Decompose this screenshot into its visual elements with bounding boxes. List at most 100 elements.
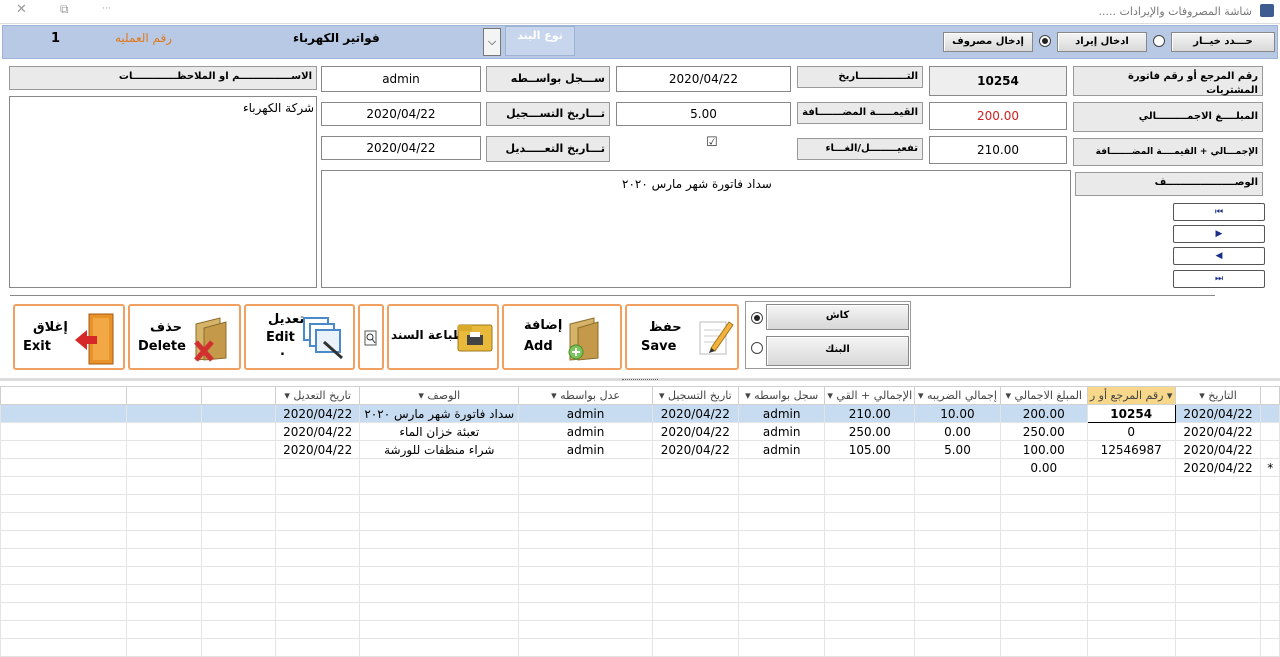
table-row[interactable]: 2020/04/22 سداد فاتورة شهر مارس ٢٠٢٠ adm… bbox=[0, 404, 1280, 423]
recorded-by-field[interactable]: admin bbox=[321, 66, 481, 92]
activate-checkbox[interactable]: ☑ bbox=[706, 135, 718, 150]
col-header-reg-date[interactable]: ▾ تاريخ التسجيل bbox=[651, 386, 740, 405]
new-cell-total[interactable]: 0.00 bbox=[999, 458, 1088, 477]
income-option[interactable]: ادخال إيراد bbox=[1057, 32, 1147, 52]
cell-edit-date[interactable]: 2020/04/22 bbox=[275, 422, 361, 441]
pencil-note-icon bbox=[699, 321, 734, 355]
cell-date[interactable]: 2020/04/22 bbox=[1174, 422, 1262, 441]
row-selector[interactable] bbox=[1260, 404, 1280, 423]
table-row[interactable]: 2020/04/22 تعبئة خزان الماء admin 2020/0… bbox=[0, 422, 1280, 441]
cell-recorded-by[interactable]: admin bbox=[738, 404, 826, 423]
cell-recorded-by[interactable]: admin bbox=[738, 422, 826, 441]
close-icon[interactable]: ✕ bbox=[16, 2, 27, 17]
item-type-label[interactable]: نوع البند bbox=[505, 26, 575, 56]
cell-total[interactable]: 100.00 bbox=[999, 440, 1088, 459]
cell-edited-by[interactable]: admin bbox=[518, 404, 653, 423]
row-selector[interactable] bbox=[1260, 422, 1280, 441]
nav-prev-button[interactable]: ◀ bbox=[1173, 247, 1265, 265]
new-cell-date[interactable]: 2020/04/22 bbox=[1174, 458, 1262, 477]
col-header-recorded-by[interactable]: ▾ سجل بواسطه bbox=[738, 386, 826, 405]
cell-reg-date[interactable]: 2020/04/22 bbox=[651, 404, 740, 423]
bank-option[interactable]: البنك bbox=[766, 336, 909, 366]
cell-total-vat[interactable]: 210.00 bbox=[824, 404, 916, 423]
cell-total[interactable]: 200.00 bbox=[999, 404, 1088, 423]
cell-vat-total[interactable]: 10.00 bbox=[914, 404, 1001, 423]
cell-edited-by[interactable]: admin bbox=[518, 440, 653, 459]
cell-edit-date[interactable]: 2020/04/22 bbox=[275, 404, 361, 423]
add-label-ar: إضافة bbox=[524, 318, 563, 333]
cash-radio[interactable] bbox=[751, 312, 763, 324]
cell-total-vat[interactable]: 250.00 bbox=[824, 422, 916, 441]
vat-label: القيمـــــة المضـــــــافة bbox=[797, 102, 923, 124]
edit-label-dot: . bbox=[280, 344, 285, 359]
new-table-row[interactable]: 0.00 2020/04/22 * bbox=[0, 458, 1280, 477]
grid-empty-header bbox=[126, 386, 202, 405]
exit-button[interactable]: إغلاق Exit bbox=[13, 304, 125, 370]
col-header-ref[interactable]: رقم المرجع أو ر ▾ bbox=[1086, 386, 1176, 405]
edit-date-label: تـــاريخ التعـــــديل bbox=[486, 136, 610, 162]
reg-date-field[interactable]: 2020/04/22 bbox=[321, 102, 481, 126]
cell-vat-total[interactable]: 5.00 bbox=[914, 440, 1001, 459]
cell-vat-total[interactable]: 0.00 bbox=[914, 422, 1001, 441]
cell-ref[interactable]: 12546987 bbox=[1086, 440, 1176, 459]
operation-number-label: رقم العمليه bbox=[115, 31, 173, 45]
cell-date[interactable]: 2020/04/22 bbox=[1174, 440, 1262, 459]
cell-description[interactable]: تعبئة خزان الماء bbox=[359, 422, 520, 441]
notes-area[interactable]: شركة الكهرباء bbox=[9, 96, 317, 288]
date-field[interactable]: 2020/04/22 bbox=[616, 66, 791, 92]
preview-button[interactable] bbox=[358, 304, 384, 370]
nav-first-button[interactable]: ⏮ bbox=[1173, 203, 1265, 221]
income-radio[interactable] bbox=[1153, 35, 1165, 47]
bank-radio[interactable] bbox=[751, 342, 763, 354]
table-row[interactable]: 2020/04/22 شراء منظفات للورشة admin 2020… bbox=[0, 440, 1280, 459]
delete-button[interactable]: حذف Delete bbox=[128, 304, 241, 370]
nav-last-button[interactable]: ⏭ bbox=[1173, 270, 1265, 288]
total-vat-label: الإجمـــالي + القيمــــة المضـــــــافة bbox=[1073, 138, 1263, 166]
minimize-icon[interactable]: ··· bbox=[102, 4, 111, 14]
nav-next-button[interactable]: ▶ bbox=[1173, 225, 1265, 243]
cash-option[interactable]: كاش bbox=[766, 304, 909, 330]
payment-method-group: كاش البنك bbox=[745, 301, 911, 369]
col-header-date[interactable]: ▾ التاريخ bbox=[1174, 386, 1262, 405]
cell-ref[interactable]: 0 bbox=[1086, 422, 1176, 441]
save-button[interactable]: حفظ Save bbox=[625, 304, 739, 370]
cell-ref[interactable]: 10254 bbox=[1086, 404, 1176, 423]
edit-button[interactable]: تعديل Edit . bbox=[244, 304, 355, 370]
print-voucher-button[interactable]: طباعة السند bbox=[387, 304, 499, 370]
ref-field[interactable]: 10254 bbox=[929, 66, 1067, 96]
vat-field[interactable]: 5.00 bbox=[616, 102, 791, 126]
col-header-total-vat[interactable]: ▾ الإجمالي + القي bbox=[824, 386, 916, 405]
col-header-total[interactable]: ▾ المبلغ الاجمالي bbox=[999, 386, 1088, 405]
ref-label: رقم المرجع أو رقم فاتورة المشتريات bbox=[1073, 66, 1263, 96]
cell-edited-by[interactable]: admin bbox=[518, 422, 653, 441]
chevron-down-icon[interactable]: ⌵ bbox=[483, 28, 501, 56]
col-header-description[interactable]: ▾ الوصف bbox=[359, 386, 520, 405]
col-header-vat-total[interactable]: ▾ إجمالي الضريبه bbox=[914, 386, 1001, 405]
add-button[interactable]: إضافة Add bbox=[502, 304, 622, 370]
cell-recorded-by[interactable]: admin bbox=[738, 440, 826, 459]
cell-reg-date[interactable]: 2020/04/22 bbox=[651, 440, 740, 459]
cell-total[interactable]: 250.00 bbox=[999, 422, 1088, 441]
total-vat-field[interactable]: 210.00 bbox=[929, 136, 1067, 164]
cell-description[interactable]: سداد فاتورة شهر مارس ٢٠٢٠ bbox=[359, 404, 520, 423]
new-cell-ref[interactable] bbox=[1086, 458, 1176, 477]
window-title: شاشة المصروفات والإيرادات ..... bbox=[1098, 5, 1252, 18]
cell-description[interactable]: شراء منظفات للورشة bbox=[359, 440, 520, 459]
edit-date-field[interactable]: 2020/04/22 bbox=[321, 136, 481, 160]
cell-edit-date[interactable]: 2020/04/22 bbox=[275, 440, 361, 459]
edit-windows-icon bbox=[303, 317, 343, 360]
restore-icon[interactable]: ⧉ bbox=[60, 2, 69, 17]
choose-option-label: حـــدد خيــار bbox=[1171, 32, 1275, 52]
col-header-edited-by[interactable]: ▾ عدل بواسطه bbox=[518, 386, 653, 405]
expense-option[interactable]: إدخال مصروف bbox=[943, 32, 1033, 52]
cell-reg-date[interactable]: 2020/04/22 bbox=[651, 422, 740, 441]
delete-label-ar: حذف bbox=[150, 320, 182, 335]
grid-header-row: ▾ تاريخ التعديل ▾ الوصف ▾ عدل بواسطه ▾ ت… bbox=[0, 386, 1280, 405]
total-field[interactable]: 200.00 bbox=[929, 102, 1067, 130]
col-header-edit-date[interactable]: ▾ تاريخ التعديل bbox=[275, 386, 361, 405]
cell-date[interactable]: 2020/04/22 bbox=[1174, 404, 1262, 423]
expense-radio[interactable] bbox=[1039, 35, 1051, 47]
description-area[interactable]: سداد فاتورة شهر مارس ٢٠٢٠ bbox=[321, 170, 1071, 288]
cell-total-vat[interactable]: 105.00 bbox=[824, 440, 916, 459]
row-selector[interactable] bbox=[1260, 440, 1280, 459]
